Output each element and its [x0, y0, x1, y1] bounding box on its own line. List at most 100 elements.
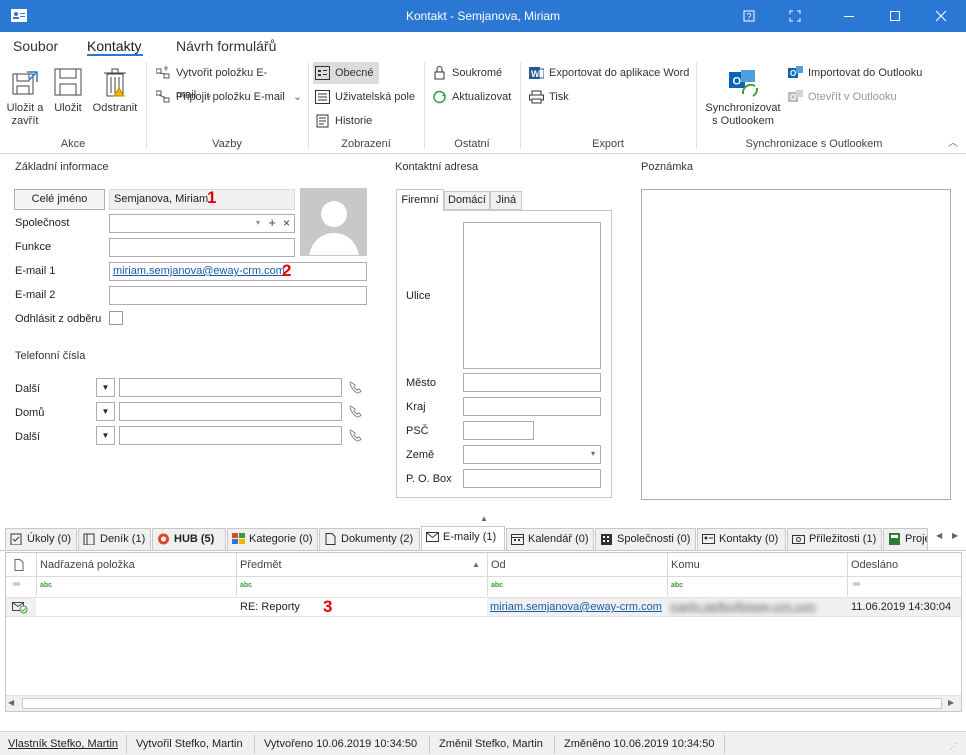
- tab-dokumenty[interactable]: Dokumenty (2): [319, 528, 420, 550]
- email1-input[interactable]: miriam.semjanova@eway-crm.com: [109, 262, 367, 281]
- address-section-title: Kontaktní adresa: [395, 161, 479, 173]
- tab-hub[interactable]: HUB (5): [152, 528, 226, 550]
- phone-input[interactable]: [119, 426, 342, 445]
- column-header-from[interactable]: Od: [491, 559, 506, 571]
- scroll-right-icon[interactable]: ▶: [948, 698, 954, 707]
- phone-type-dropdown[interactable]: ▼: [96, 426, 115, 445]
- to-cell[interactable]: martin.stefko@eway-crm.com: [670, 601, 816, 613]
- sync-outlook-button[interactable]: O Synchronizovat s Outlookem: [702, 68, 784, 128]
- private-button[interactable]: Soukromé: [430, 62, 510, 84]
- column-header-to[interactable]: Komu: [671, 559, 700, 571]
- collapse-ribbon-icon[interactable]: ︿: [948, 134, 958, 149]
- opportunity-icon: [792, 535, 805, 544]
- view-user-fields-button[interactable]: Uživatelská pole: [313, 86, 421, 108]
- export-word-button[interactable]: W Exportovat do aplikace Word: [527, 62, 697, 84]
- phone-icon[interactable]: [349, 381, 362, 394]
- maximize-button[interactable]: [872, 0, 918, 32]
- dropdown-arrow-icon[interactable]: ▾: [256, 218, 260, 227]
- phone-icon[interactable]: [349, 429, 362, 442]
- filter-equals-icon[interactable]: ═: [13, 579, 20, 590]
- category-icon: [232, 533, 245, 544]
- country-select[interactable]: ▾: [463, 445, 601, 464]
- tab-domaci[interactable]: Domácí: [444, 191, 490, 210]
- column-divider: [667, 553, 668, 596]
- city-label: Město: [406, 377, 436, 389]
- column-header-sent[interactable]: Odesláno: [851, 559, 898, 571]
- status-separator: [254, 735, 255, 753]
- tabs-scroll-left-icon[interactable]: ◀: [936, 531, 942, 540]
- resize-grip-icon[interactable]: ⋰: [950, 742, 958, 751]
- filter-abc-icon[interactable]: abc: [240, 582, 252, 589]
- scrollbar-thumb[interactable]: [22, 698, 942, 709]
- tab-label: Společnosti (0): [617, 533, 691, 545]
- scroll-left-icon[interactable]: ◀: [8, 698, 14, 707]
- street-input[interactable]: [463, 222, 601, 369]
- help-button[interactable]: ?: [726, 0, 772, 32]
- user-fields-icon: [315, 90, 330, 104]
- tab-kategorie[interactable]: Kategorie (0): [227, 528, 318, 550]
- phone-input[interactable]: [119, 378, 342, 397]
- save-close-button[interactable]: Uložit a zavřít: [4, 66, 46, 128]
- tab-ukoly[interactable]: Úkoly (0): [5, 528, 77, 550]
- tab-prilezitosti[interactable]: Příležitosti (1): [787, 528, 882, 550]
- filter-abc-icon[interactable]: abc: [40, 582, 52, 589]
- column-header-subject[interactable]: Předmět: [240, 559, 282, 571]
- note-textarea[interactable]: [641, 189, 951, 500]
- tab-firemni[interactable]: Firemní: [396, 189, 444, 211]
- menu-soubor[interactable]: Soubor: [13, 38, 58, 54]
- horizontal-scrollbar[interactable]: ◀ ▶: [6, 695, 961, 711]
- fullscreen-button[interactable]: [772, 0, 818, 32]
- tabs-scroll-right-icon[interactable]: ▶: [952, 531, 958, 540]
- contact-photo[interactable]: [300, 188, 367, 256]
- create-email-item-button[interactable]: Vytvořit položku E-mail ⌄: [154, 62, 304, 101]
- clear-icon[interactable]: ×: [283, 216, 290, 230]
- zip-input[interactable]: [463, 421, 534, 440]
- filter-abc-icon[interactable]: abc: [671, 582, 683, 589]
- column-header-parent[interactable]: Nadřazená položka: [40, 559, 135, 571]
- import-outlook-button[interactable]: O Importovat do Outlooku: [786, 62, 936, 84]
- tab-denik[interactable]: Deník (1): [78, 528, 151, 550]
- pobox-input[interactable]: [463, 469, 601, 488]
- region-input[interactable]: [463, 397, 601, 416]
- filter-abc-icon[interactable]: abc: [491, 582, 503, 589]
- delete-button[interactable]: Odstranit: [90, 66, 140, 115]
- tab-projekty[interactable]: Proje: [883, 528, 928, 550]
- link-new-icon: [156, 66, 170, 79]
- attach-email-item-button[interactable]: Připojit položku E-mail ⌄: [154, 86, 304, 108]
- phone-icon[interactable]: [349, 405, 362, 418]
- from-cell[interactable]: miriam.semjanova@eway-crm.com: [490, 601, 662, 613]
- open-outlook-button[interactable]: O Otevřít v Outlooku: [786, 86, 916, 108]
- tab-kalendar[interactable]: Kalendář (0): [506, 528, 594, 550]
- view-general-button[interactable]: Obecné: [313, 62, 379, 84]
- unsubscribe-checkbox[interactable]: [109, 311, 123, 325]
- save-button[interactable]: Uložit: [50, 66, 86, 115]
- tab-spolecnosti[interactable]: Společnosti (0): [595, 528, 696, 550]
- owner-link[interactable]: Vlastník Stefko, Martin: [8, 738, 118, 750]
- outlook-sync-icon: O: [729, 70, 759, 97]
- close-button[interactable]: [918, 0, 964, 32]
- minimize-button[interactable]: [826, 0, 872, 32]
- update-button[interactable]: Aktualizovat: [430, 86, 520, 108]
- tab-emaily[interactable]: E-maily (1): [421, 526, 505, 550]
- print-button[interactable]: Tisk: [527, 86, 587, 108]
- tab-label: Dokumenty (2): [341, 533, 414, 545]
- splitter-up-icon[interactable]: ▲: [480, 514, 488, 523]
- full-name-field[interactable]: Semjanova, Miriam: [109, 189, 295, 210]
- phone-type-dropdown[interactable]: ▼: [96, 378, 115, 397]
- email2-input[interactable]: [109, 286, 367, 305]
- add-icon[interactable]: +: [268, 215, 276, 230]
- view-history-button[interactable]: Historie: [313, 110, 393, 132]
- full-name-button[interactable]: Celé jméno: [14, 189, 105, 210]
- phone-input[interactable]: [119, 402, 342, 421]
- menu-navrh-formularu[interactable]: Návrh formulářů: [176, 38, 276, 54]
- tab-jina[interactable]: Jiná: [490, 191, 522, 210]
- filter-equals-icon[interactable]: ═: [853, 579, 860, 590]
- tab-kontakty[interactable]: Kontakty (0): [697, 528, 786, 550]
- phone-type-dropdown[interactable]: ▼: [96, 402, 115, 421]
- email1-link[interactable]: miriam.semjanova@eway-crm.com: [113, 265, 285, 277]
- company-input[interactable]: ▾ + ×: [109, 214, 295, 233]
- menu-kontakty[interactable]: Kontakty: [87, 38, 141, 54]
- function-input[interactable]: [109, 238, 295, 257]
- city-input[interactable]: [463, 373, 601, 392]
- table-row[interactable]: RE: Reporty 3 miriam.semjanova@eway-crm.…: [6, 597, 961, 617]
